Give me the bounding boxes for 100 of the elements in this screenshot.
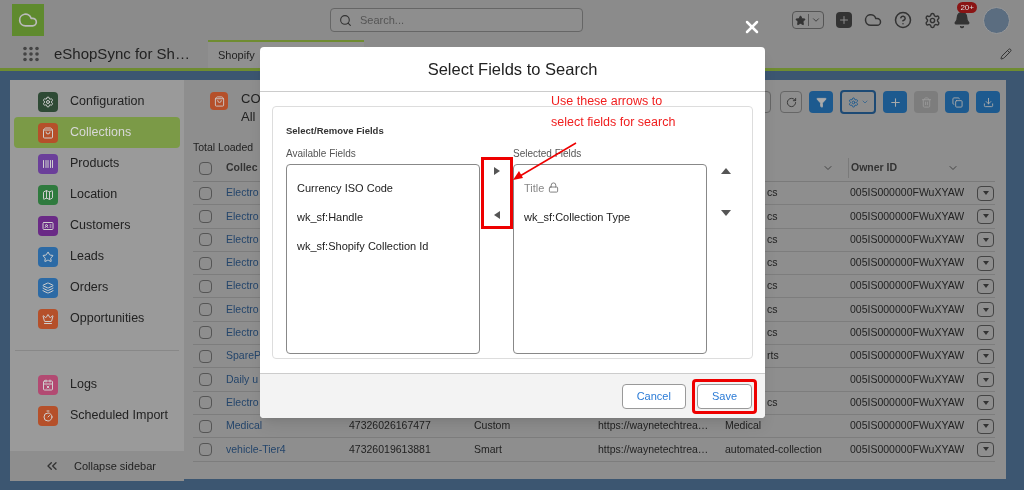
caret-icon (982, 284, 989, 289)
row-actions-button[interactable] (977, 185, 994, 201)
listbox-option[interactable]: wk_sf:Collection Type (514, 202, 706, 232)
table-cell: cs (767, 209, 778, 222)
table-cell: Smart (474, 442, 502, 455)
table-cell: Custom (474, 419, 511, 432)
caret-icon (860, 98, 869, 106)
listbox-option[interactable]: wk_sf:Shopify Collection Id (287, 231, 479, 261)
select-all-checkbox[interactable] (199, 161, 212, 175)
cloud-icon (18, 10, 38, 30)
caret-icon (982, 447, 989, 452)
settings-dropdown-button[interactable] (840, 90, 876, 114)
column-header[interactable]: Collec (224, 160, 258, 176)
collection-link[interactable]: Electro (226, 256, 259, 269)
caret-icon (982, 261, 989, 266)
sidebar-item[interactable]: Opportunities (14, 303, 180, 334)
search-field[interactable]: Search... (330, 8, 583, 32)
row-actions-button[interactable] (977, 208, 994, 224)
collection-link[interactable]: SpareP (226, 349, 262, 362)
listbox-option[interactable]: wk_sf:Handle (287, 202, 479, 232)
collection-link[interactable]: Daily u (226, 372, 259, 385)
row-actions-button[interactable] (977, 232, 994, 248)
row-actions-button[interactable] (977, 278, 994, 294)
row-checkbox[interactable] (199, 373, 212, 386)
download-button[interactable] (976, 91, 1000, 113)
collapse-sidebar-button[interactable]: Collapse sidebar (10, 451, 184, 481)
row-actions-button[interactable] (977, 418, 994, 434)
sidebar-item[interactable]: Location (14, 179, 180, 210)
sidebar-item[interactable]: Leads (14, 241, 180, 272)
list-label: Available Fields (286, 147, 357, 162)
collection-link[interactable]: Electro (226, 232, 259, 245)
cloud-icon[interactable] (864, 11, 882, 29)
collection-link[interactable]: Medical (226, 419, 263, 432)
copy-button[interactable] (945, 91, 969, 113)
table-cell: 005IS000000FWuXYAW (850, 442, 965, 455)
row-checkbox[interactable] (199, 442, 212, 456)
table-cell: 005IS000000FWuXYAW (850, 419, 965, 432)
table-cell: 005IS000000FWuXYAW (850, 395, 965, 408)
app-launcher-icon[interactable] (22, 46, 40, 62)
row-actions-button[interactable] (977, 395, 994, 411)
favorites-button[interactable] (792, 11, 824, 29)
table-cell: Medical (725, 419, 762, 432)
refresh-button[interactable] (780, 91, 802, 113)
sidebar-item[interactable]: Products (14, 148, 180, 179)
row-checkbox[interactable] (199, 349, 212, 363)
listbox-option[interactable]: Currency ISO Code (287, 173, 479, 203)
notifications-icon[interactable] (953, 11, 971, 29)
dialog-title: Select Fields to Search (427, 58, 598, 80)
collection-link[interactable]: Electro (226, 209, 259, 222)
row-checkbox[interactable] (199, 279, 212, 293)
list-label: Selected Fields (513, 147, 583, 162)
lock-icon (548, 182, 560, 194)
avatar[interactable] (983, 6, 1010, 34)
help-icon[interactable] (894, 11, 912, 29)
sidebar-item[interactable]: Logs (14, 369, 180, 400)
collection-link[interactable]: Electro (226, 326, 259, 339)
listbox-option[interactable]: Title (514, 173, 706, 203)
table-cell: cs (767, 395, 778, 408)
filter-icon (815, 96, 827, 108)
row-checkbox[interactable] (199, 396, 212, 410)
row-actions-button[interactable] (977, 348, 994, 364)
table-cell: 005IS000000FWuXYAW (850, 302, 965, 315)
row-actions-button[interactable] (977, 255, 994, 271)
filter-button[interactable] (809, 91, 833, 113)
dialog-button[interactable]: Save (691, 378, 757, 414)
sidebar-item[interactable]: Customers (14, 210, 180, 241)
row-actions-button[interactable] (977, 441, 994, 457)
column-header[interactable]: Owner ID (848, 158, 973, 178)
gear-icon (847, 96, 859, 108)
row-actions-button[interactable] (977, 325, 994, 341)
caret-icon (982, 377, 989, 382)
dialog-button[interactable]: Cancel (621, 383, 686, 409)
row-checkbox[interactable] (199, 303, 212, 317)
sidebar-item[interactable]: Configuration (14, 86, 180, 117)
row-checkbox[interactable] (199, 256, 212, 270)
sidebar-item[interactable]: Scheduled Import (14, 400, 180, 431)
row-checkbox[interactable] (199, 209, 212, 223)
triangle-icon (721, 168, 731, 175)
settings-icon[interactable] (924, 11, 941, 29)
table-cell: 005IS000000FWuXYAW (850, 209, 965, 222)
collection-link[interactable]: Electro (226, 279, 259, 292)
collection-link[interactable]: Electro (226, 186, 259, 199)
collection-link[interactable]: Electro (226, 302, 259, 315)
add-button[interactable] (883, 91, 907, 113)
add-icon[interactable] (836, 12, 852, 28)
table-cell: 005IS000000FWuXYAW (850, 232, 965, 245)
table-cell: automated-collection (725, 442, 822, 455)
row-checkbox[interactable] (199, 326, 212, 340)
collection-link[interactable]: vehicle-Tier4 (226, 442, 286, 455)
row-checkbox[interactable] (199, 233, 212, 247)
sidebar-item[interactable]: Collections (14, 117, 180, 148)
edit-icon[interactable] (1000, 48, 1012, 60)
sidebar-item[interactable]: Orders (14, 272, 180, 303)
row-actions-button[interactable] (977, 372, 994, 387)
caret-icon (982, 237, 989, 242)
notification-badge: 20+ (957, 2, 977, 13)
row-actions-button[interactable] (977, 302, 994, 318)
row-checkbox[interactable] (199, 186, 212, 200)
row-checkbox[interactable] (199, 419, 212, 433)
collection-link[interactable]: Electro (226, 395, 259, 408)
